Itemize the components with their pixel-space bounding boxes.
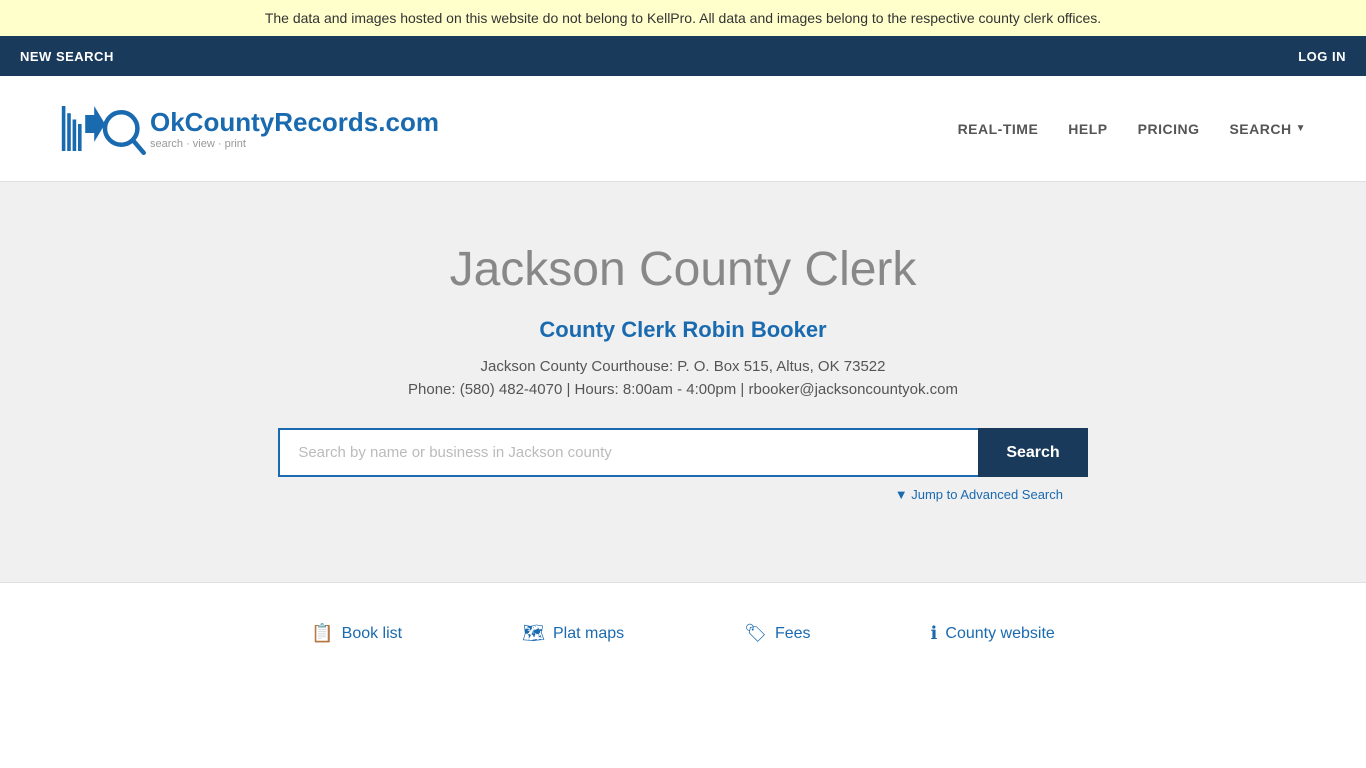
footer-link-county-website[interactable]: ℹ County website [931,623,1055,644]
footer-link-plat-maps[interactable]: 🗺 Plat maps [522,623,624,644]
main-navigation: REAL-TIME HELP PRICING SEARCH ▼ [958,121,1306,137]
logo-area: OkCountyRecords.com search · view · prin… [60,96,439,161]
footer-links-area: 📋 Book list 🗺 Plat maps 🏷 Fees ℹ County website [0,582,1366,684]
header: OkCountyRecords.com search · view · prin… [0,76,1366,182]
advanced-search-link[interactable]: ▼ Jump to Advanced Search [303,487,1063,502]
logo-text-area: OkCountyRecords.com search · view · prin… [150,107,439,150]
banner-text: The data and images hosted on this websi… [265,10,1101,26]
clerk-name: County Clerk Robin Booker [20,317,1346,343]
footer-icon-0: 📋 [311,623,333,644]
real-time-nav[interactable]: REAL-TIME [958,121,1039,137]
hero-section: Jackson County Clerk County Clerk Robin … [0,182,1366,582]
county-title: Jackson County Clerk [20,242,1346,297]
footer-icon-3: ℹ [931,623,938,644]
courthouse-address: Jackson County Courthouse: P. O. Box 515… [20,358,1346,375]
search-area: Search [20,428,1346,477]
new-search-link[interactable]: NEW SEARCH [20,49,114,64]
search-nav[interactable]: SEARCH ▼ [1229,121,1306,137]
footer-label-2: Fees [775,625,811,643]
notice-banner: The data and images hosted on this websi… [0,0,1366,36]
footer-icon-2: 🏷 [744,623,767,644]
chevron-down-icon: ▼ [1296,123,1306,134]
footer-icon-1: 🗺 [522,623,545,644]
search-input[interactable] [278,428,978,477]
contact-info: Phone: (580) 482-4070 | Hours: 8:00am - … [20,381,1346,398]
pricing-nav[interactable]: PRICING [1138,121,1200,137]
footer-label-3: County website [945,625,1054,643]
help-nav[interactable]: HELP [1068,121,1107,137]
footer-link-fees[interactable]: 🏷 Fees [744,623,810,644]
footer-link-book-list[interactable]: 📋 Book list [311,623,402,644]
top-nav: NEW SEARCH LOG IN [0,36,1366,76]
logo-tagline: search · view · print [150,138,439,150]
footer-label-0: Book list [342,625,402,643]
footer-label-1: Plat maps [553,625,624,643]
search-button[interactable]: Search [978,428,1087,477]
logo-brand: OkCountyRecords.com [150,107,439,138]
log-in-link[interactable]: LOG IN [1298,49,1346,64]
search-nav-label: SEARCH [1229,121,1291,137]
site-logo-icon [60,96,150,161]
